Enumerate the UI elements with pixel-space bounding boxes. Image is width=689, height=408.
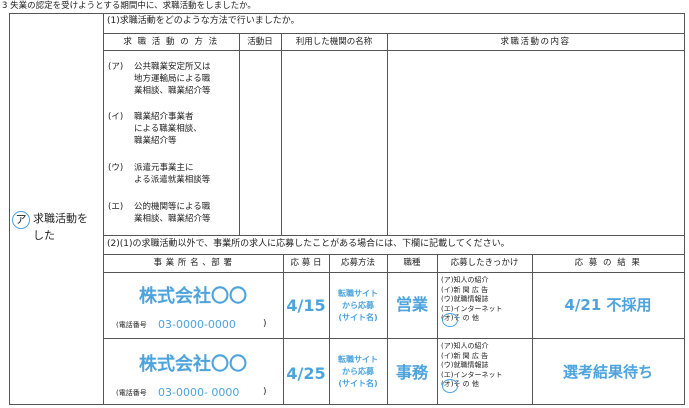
option-c: (ウ)就職情報誌	[441, 295, 489, 303]
row2-job: 事務	[395, 363, 428, 382]
application-form: 3 失業の認定を受けようとする期間中に、求職活動をしましたか。 ア 求職活動を …	[0, 0, 689, 408]
method-d-line1: 公的機関等による職	[134, 202, 211, 212]
row1-phone-close: )	[263, 319, 267, 329]
row1-job: 営業	[395, 295, 428, 314]
row1-phone: 03-0000-0000	[158, 318, 236, 331]
row1-result: 4/21 不採用	[564, 296, 652, 314]
row1-date: 4/15	[286, 296, 326, 315]
col-date: 活動日	[247, 37, 273, 47]
row2-method-3: (サイト名)	[338, 379, 378, 388]
option-c: (ウ)就職情報誌	[441, 361, 489, 369]
job-search-label: 求職活動を	[33, 212, 88, 225]
row1-method-1: 転職サイト	[338, 289, 378, 298]
row1-method-3: (サイト名)	[338, 313, 378, 322]
row2-result: 選考結果待ち	[562, 363, 653, 381]
option-a: (ア)知人の紹介	[441, 342, 489, 350]
option-b: (イ)新 聞 広 告	[441, 351, 489, 360]
method-c-line2: よる派遣就業相談等	[134, 175, 211, 185]
method-b-line2: による職業相談、	[134, 124, 202, 134]
option-b: (イ)新 聞 広 告	[441, 285, 489, 294]
row2-phone-close: )	[263, 387, 267, 397]
row1-company: 株式会社〇〇	[139, 286, 247, 307]
col-content: 求職活動の内容	[500, 37, 571, 47]
section1-question: (1)求職活動をどのような方法で行いましたか。	[107, 16, 300, 26]
method-c-mark: (ウ)	[108, 163, 124, 173]
row2-phone: 03-0000- 0000	[158, 386, 240, 399]
col-apply-date: 応 募 日	[290, 258, 322, 268]
row2-method-2: から応募	[342, 367, 374, 376]
col-trigger: 応募したきっかけ	[450, 258, 519, 268]
method-a-mark: (ア)	[108, 62, 124, 72]
option-a: (ア)知人の紹介	[441, 276, 489, 284]
selected-circle: ア	[12, 211, 30, 229]
col-job: 職種	[403, 258, 421, 268]
form-title: 3 失業の認定を受けようとする期間中に、求職活動をしましたか。	[2, 1, 256, 11]
row2-company: 株式会社〇〇	[139, 354, 247, 375]
row2-date: 4/25	[286, 364, 326, 383]
col-agency: 利用した機関の名称	[295, 37, 373, 47]
col-method: 求 職 活 動 の 方 法	[123, 37, 219, 47]
selected-option-circle	[442, 379, 458, 393]
method-b-line1: 職業紹介事業者	[134, 112, 194, 122]
method-a-line1: 公共職業安定所又は	[134, 62, 211, 72]
method-b-mark: (イ)	[108, 112, 124, 122]
job-search-label-2: した	[33, 229, 55, 242]
method-d-line2: 業相談、職業紹介等	[134, 214, 211, 224]
method-a-line3: 業相談、職業紹介等	[134, 86, 211, 96]
method-d-mark: (エ)	[108, 202, 124, 212]
row1-method-2: から応募	[342, 301, 374, 310]
row1-phone-label: (電話番号	[116, 321, 147, 329]
row2-method-1: 転職サイト	[338, 355, 378, 364]
section2-question: (2)(1)の求職活動以外で、事業所の求人に応募したことがある場合には、下欄に記…	[107, 239, 510, 249]
method-b-line3: 職業紹介等	[134, 136, 177, 146]
col-result: 応 募 の 結 果	[574, 258, 642, 268]
col-company: 事 業 所 名 、部 署	[153, 258, 233, 268]
col-apply-method: 応募方法	[340, 258, 375, 268]
row2-phone-label: (電話番号	[116, 389, 147, 397]
selected-option-circle	[442, 313, 458, 327]
method-c-line1: 派遣元事業主に	[134, 163, 194, 173]
method-a-line2: 地方運輸局による職	[134, 74, 211, 84]
